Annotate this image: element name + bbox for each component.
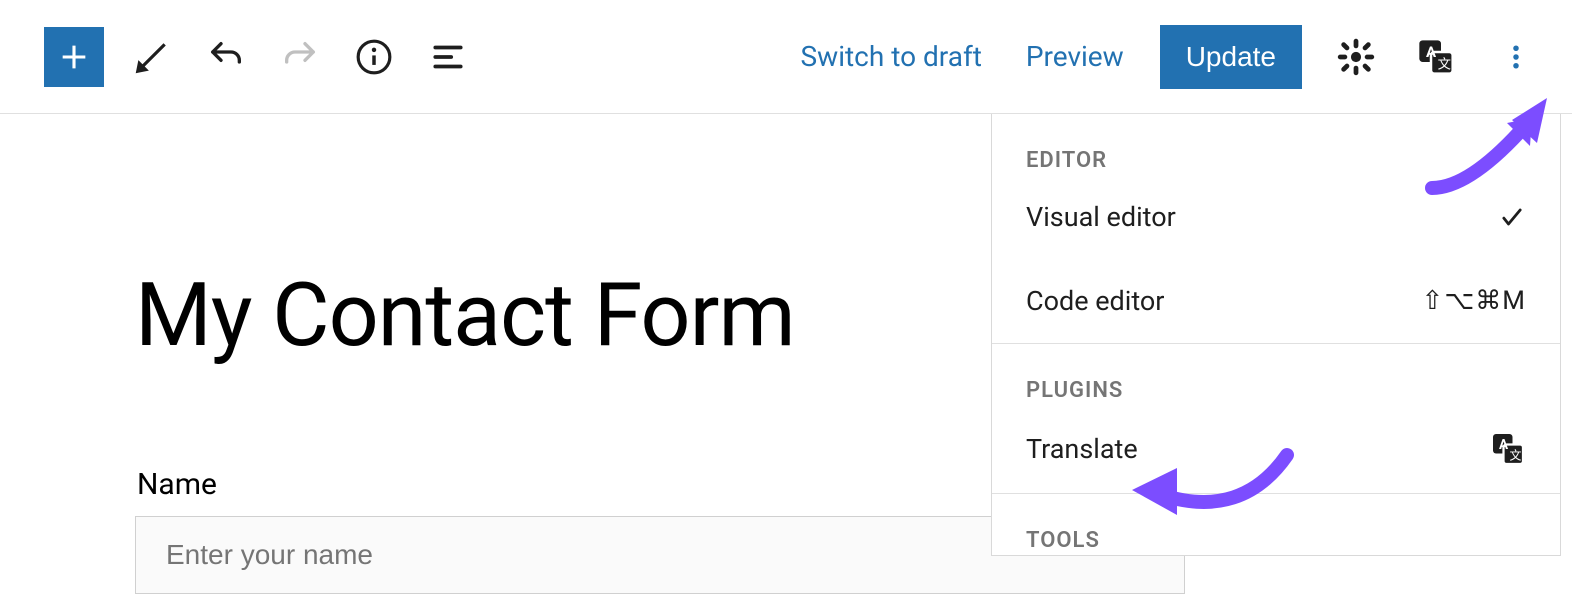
settings-button[interactable] [1330, 31, 1382, 83]
update-button[interactable]: Update [1160, 25, 1302, 89]
dropdown-section-editor: EDITOR [992, 114, 1560, 175]
menu-item-label: Translate [1026, 433, 1138, 465]
toolbar-right-group: Switch to draft Preview Update A文 [793, 25, 1542, 89]
switch-to-draft-button[interactable]: Switch to draft [793, 30, 990, 83]
menu-item-code-editor[interactable]: Code editor ⇧⌥⌘M [992, 259, 1560, 343]
options-dropdown: EDITOR Visual editor Code editor ⇧⌥⌘M PL… [991, 114, 1561, 556]
undo-button[interactable] [200, 31, 252, 83]
svg-text:A: A [1426, 43, 1437, 61]
svg-text:A: A [1499, 437, 1509, 453]
dropdown-section-tools: TOOLS [992, 494, 1560, 555]
list-outline-icon [429, 38, 467, 76]
undo-icon [206, 37, 246, 77]
menu-item-label: Code editor [1026, 285, 1164, 317]
pencil-icon [133, 38, 171, 76]
redo-icon [280, 37, 320, 77]
check-icon [1498, 203, 1526, 231]
menu-item-label: Visual editor [1026, 201, 1176, 233]
edit-mode-button[interactable] [126, 31, 178, 83]
svg-text:文: 文 [1510, 448, 1522, 463]
more-options-button[interactable] [1490, 31, 1542, 83]
menu-item-visual-editor[interactable]: Visual editor [992, 175, 1560, 259]
dropdown-section-plugins: PLUGINS [992, 344, 1560, 405]
translate-icon: A文 [1416, 37, 1456, 77]
more-vertical-icon [1501, 37, 1531, 77]
gear-icon [1337, 38, 1375, 76]
editor-toolbar: Switch to draft Preview Update A文 [0, 0, 1572, 114]
translate-icon: A文 [1490, 431, 1526, 467]
info-button[interactable] [348, 31, 400, 83]
redo-button[interactable] [274, 31, 326, 83]
plus-icon [57, 40, 91, 74]
toolbar-left-group [44, 27, 474, 87]
preview-button[interactable]: Preview [1018, 30, 1132, 83]
menu-item-translate[interactable]: Translate A文 [992, 405, 1560, 493]
keyboard-shortcut: ⇧⌥⌘M [1422, 286, 1526, 316]
outline-button[interactable] [422, 31, 474, 83]
svg-text:文: 文 [1438, 56, 1451, 72]
info-icon [355, 38, 393, 76]
translate-toolbar-button[interactable]: A文 [1410, 31, 1462, 83]
add-block-button[interactable] [44, 27, 104, 87]
